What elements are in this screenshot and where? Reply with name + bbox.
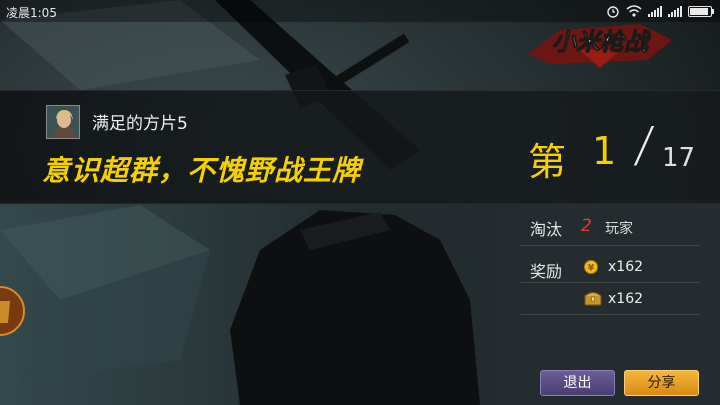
kills-value: 2 <box>581 216 592 236</box>
coin-icon: ¥ <box>584 260 598 274</box>
divider <box>520 245 700 246</box>
rank-separator: / <box>632 117 657 173</box>
rank-prefix: 第 <box>528 140 567 184</box>
kills-unit: 玩家 <box>605 221 633 237</box>
rank-value: 1 <box>592 129 617 173</box>
result-banner: 满足的方片5 意识超群，不愧野战王牌 第 1 / 17 <box>0 90 720 204</box>
divider <box>520 314 700 315</box>
treasure-chest-icon <box>584 292 602 306</box>
player-avatar <box>46 105 80 139</box>
kills-row: 淘汰 2 玩家 <box>520 212 700 242</box>
battery-icon <box>688 5 714 17</box>
reward-chest-value: x162 <box>608 291 644 307</box>
reward-chest-row: x162 <box>520 286 700 316</box>
kills-label: 淘汰 <box>530 220 563 239</box>
rank-total: 17 <box>662 143 696 173</box>
side-menu-badge-icon[interactable] <box>0 285 26 337</box>
divider <box>520 282 700 283</box>
reward-coin-row: 奖励 ¥ x162 <box>520 254 700 284</box>
avatar-portrait-icon <box>47 106 79 138</box>
game-logo: 小米枪战 <box>528 24 672 68</box>
result-slogan: 意识超群，不愧野战王牌 <box>42 154 362 187</box>
svg-text:¥: ¥ <box>588 264 595 274</box>
reward-coin-value: x162 <box>608 259 644 275</box>
logo-text: 小米枪战 <box>552 28 651 56</box>
reward-label: 奖励 <box>530 262 563 281</box>
status-time: 凌晨1:05 <box>6 6 57 20</box>
player-name: 满足的方片5 <box>92 114 188 134</box>
exit-button[interactable]: 退出 <box>540 370 615 396</box>
share-button[interactable]: 分享 <box>624 370 699 396</box>
